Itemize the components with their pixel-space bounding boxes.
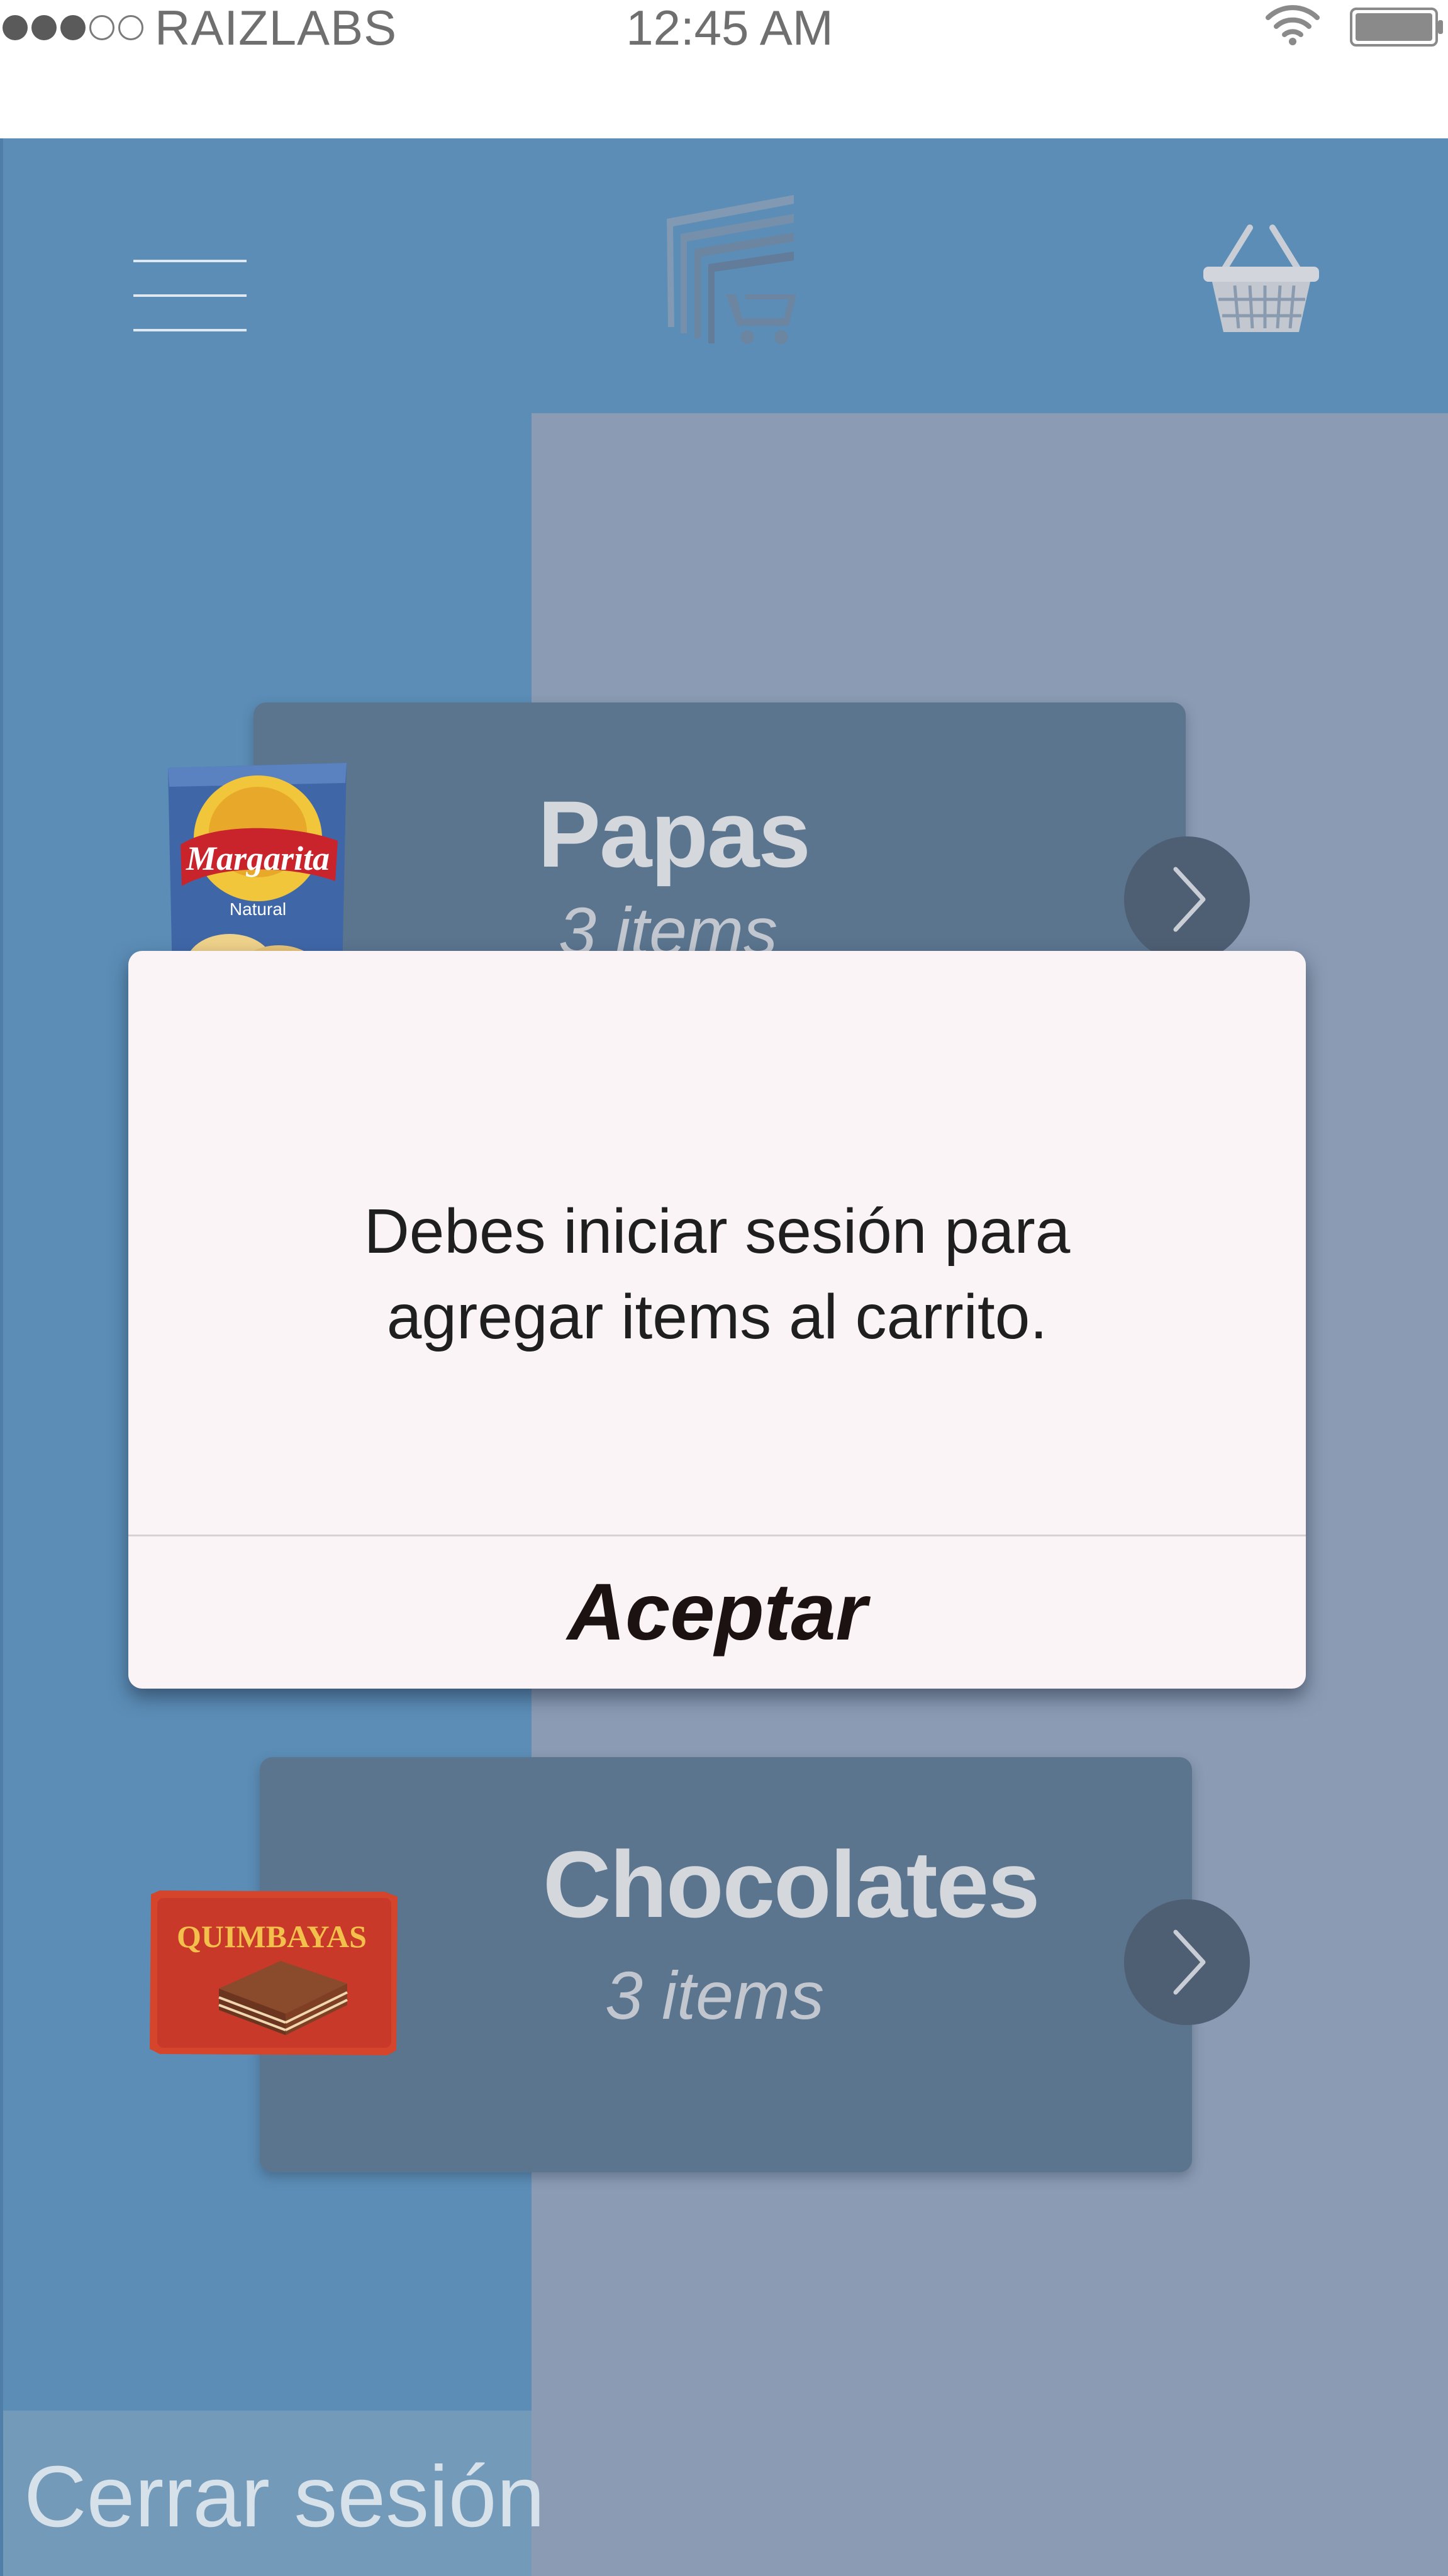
status-bar: RAIZLABS 12:45 AM [0,0,1448,138]
accept-button[interactable]: Aceptar [128,1536,1306,1689]
category-next-button[interactable] [1124,1899,1250,2025]
svg-text:QUIMBAYAS: QUIMBAYAS [177,1919,367,1954]
status-time: 12:45 AM [626,0,833,55]
category-next-button[interactable] [1124,836,1250,962]
carrier-name: RAIZLABS [155,0,398,55]
category-title: Chocolates [543,1831,1040,1937]
login-required-dialog: Debes iniciar sesión para agregar items … [128,951,1306,1689]
signal-dot [118,15,143,40]
chevron-right-icon [1173,867,1206,932]
signal-dot [31,15,57,40]
svg-text:Natural: Natural [230,899,286,919]
app-edge [0,138,3,2576]
store-logo-icon [667,195,796,344]
shopping-basket-icon[interactable] [1198,220,1324,340]
signal-dot [89,15,114,40]
battery-icon [1350,8,1443,47]
logout-label: Cerrar sesión [24,2448,545,2545]
category-item-count: 3 items [605,1957,825,2033]
svg-text:Margarita: Margarita [186,840,330,877]
menu-line [133,294,247,297]
wifi-icon [1266,5,1320,45]
signal-dot [60,15,86,40]
menu-line [133,329,247,331]
dialog-message-line: Debes iniciar sesión para [364,1196,1071,1267]
dialog-message: Debes iniciar sesión para agregar items … [128,1189,1306,1360]
signal-dot [3,15,28,40]
menu-line [133,260,247,262]
chevron-right-icon [1173,1929,1206,1995]
hamburger-menu-icon[interactable] [126,248,258,343]
dialog-message-line: agregar items al carrito. [386,1282,1048,1352]
category-title: Papas [538,781,811,887]
wafer-pack-image: QUIMBAYAS [150,1890,398,2055]
